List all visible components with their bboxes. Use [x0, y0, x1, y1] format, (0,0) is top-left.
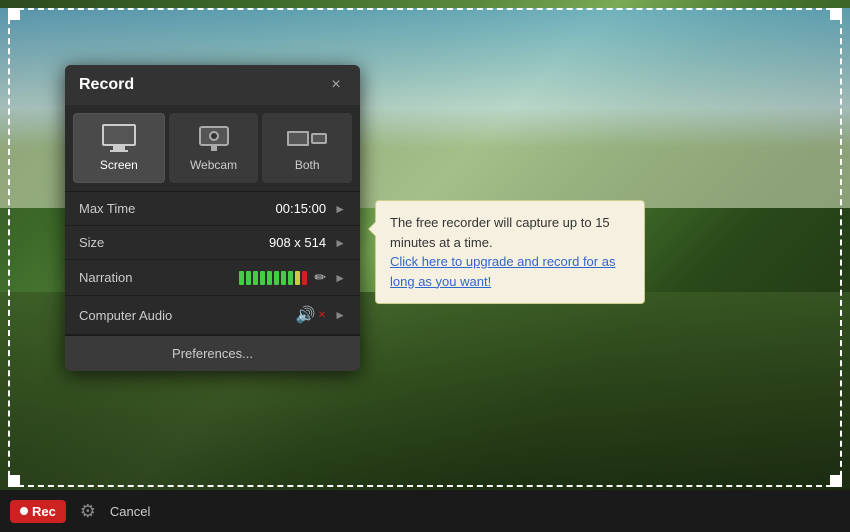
bar-10	[302, 271, 307, 285]
rec-button[interactable]: Rec	[10, 500, 66, 523]
mode-screen-button[interactable]: Screen	[73, 113, 165, 183]
bar-9	[295, 271, 300, 285]
bar-4	[260, 271, 265, 285]
size-chevron: ►	[334, 236, 346, 250]
mode-both-button[interactable]: Both	[262, 113, 352, 183]
tooltip-link[interactable]: Click here to upgrade and record for as …	[390, 254, 615, 289]
speaker-icon: 🔊	[296, 305, 316, 325]
screen-label: Screen	[100, 158, 138, 172]
rec-label: Rec	[32, 504, 56, 519]
preferences-label: Preferences...	[172, 346, 253, 361]
dialog-title: Record	[79, 76, 134, 94]
bar-3	[253, 271, 258, 285]
max-time-chevron: ►	[334, 202, 346, 216]
narration-bar	[239, 271, 307, 285]
narration-chevron: ►	[334, 271, 346, 285]
tooltip-text: The free recorder will capture up to 15 …	[390, 215, 610, 250]
both-icon	[287, 124, 327, 152]
both-label: Both	[295, 158, 320, 172]
rec-dot	[20, 507, 28, 515]
computer-audio-label: Computer Audio	[79, 308, 179, 323]
mute-icon: ✕	[318, 310, 326, 321]
tooltip: The free recorder will capture up to 15 …	[375, 200, 645, 304]
size-row[interactable]: Size 908 x 514 ►	[65, 226, 360, 260]
computer-audio-value: 🔊 ✕	[179, 305, 326, 325]
screen-icon	[99, 124, 139, 152]
cancel-button[interactable]: Cancel	[110, 504, 150, 519]
max-time-label: Max Time	[79, 201, 179, 216]
mode-selection: Screen Webcam Both	[65, 105, 360, 192]
bar-6	[274, 271, 279, 285]
max-time-value: 00:15:00	[179, 201, 326, 216]
bar-1	[239, 271, 244, 285]
settings-section: Max Time 00:15:00 ► Size 908 x 514 ► Nar…	[65, 192, 360, 335]
bar-7	[281, 271, 286, 285]
bottom-toolbar: Rec ⚙ Cancel	[0, 490, 850, 532]
narration-row[interactable]: Narration ✏ ►	[65, 260, 360, 296]
bar-8	[288, 271, 293, 285]
webcam-label: Webcam	[190, 158, 237, 172]
record-dialog: Record × Screen	[65, 65, 360, 371]
computer-audio-row[interactable]: Computer Audio 🔊 ✕ ►	[65, 296, 360, 335]
audio-chevron: ►	[334, 308, 346, 322]
dialog-header: Record ×	[65, 65, 360, 105]
settings-button[interactable]: ⚙	[74, 497, 102, 525]
size-label: Size	[79, 235, 179, 250]
close-button[interactable]: ×	[326, 75, 346, 95]
webcam-icon	[194, 124, 234, 152]
narration-value: ✏	[179, 269, 326, 286]
bar-5	[267, 271, 272, 285]
preferences-button[interactable]: Preferences...	[65, 335, 360, 371]
pencil-icon: ✏	[314, 269, 326, 286]
size-value: 908 x 514	[179, 235, 326, 250]
narration-label: Narration	[79, 270, 179, 285]
mode-webcam-button[interactable]: Webcam	[169, 113, 259, 183]
max-time-row[interactable]: Max Time 00:15:00 ►	[65, 192, 360, 226]
bar-2	[246, 271, 251, 285]
